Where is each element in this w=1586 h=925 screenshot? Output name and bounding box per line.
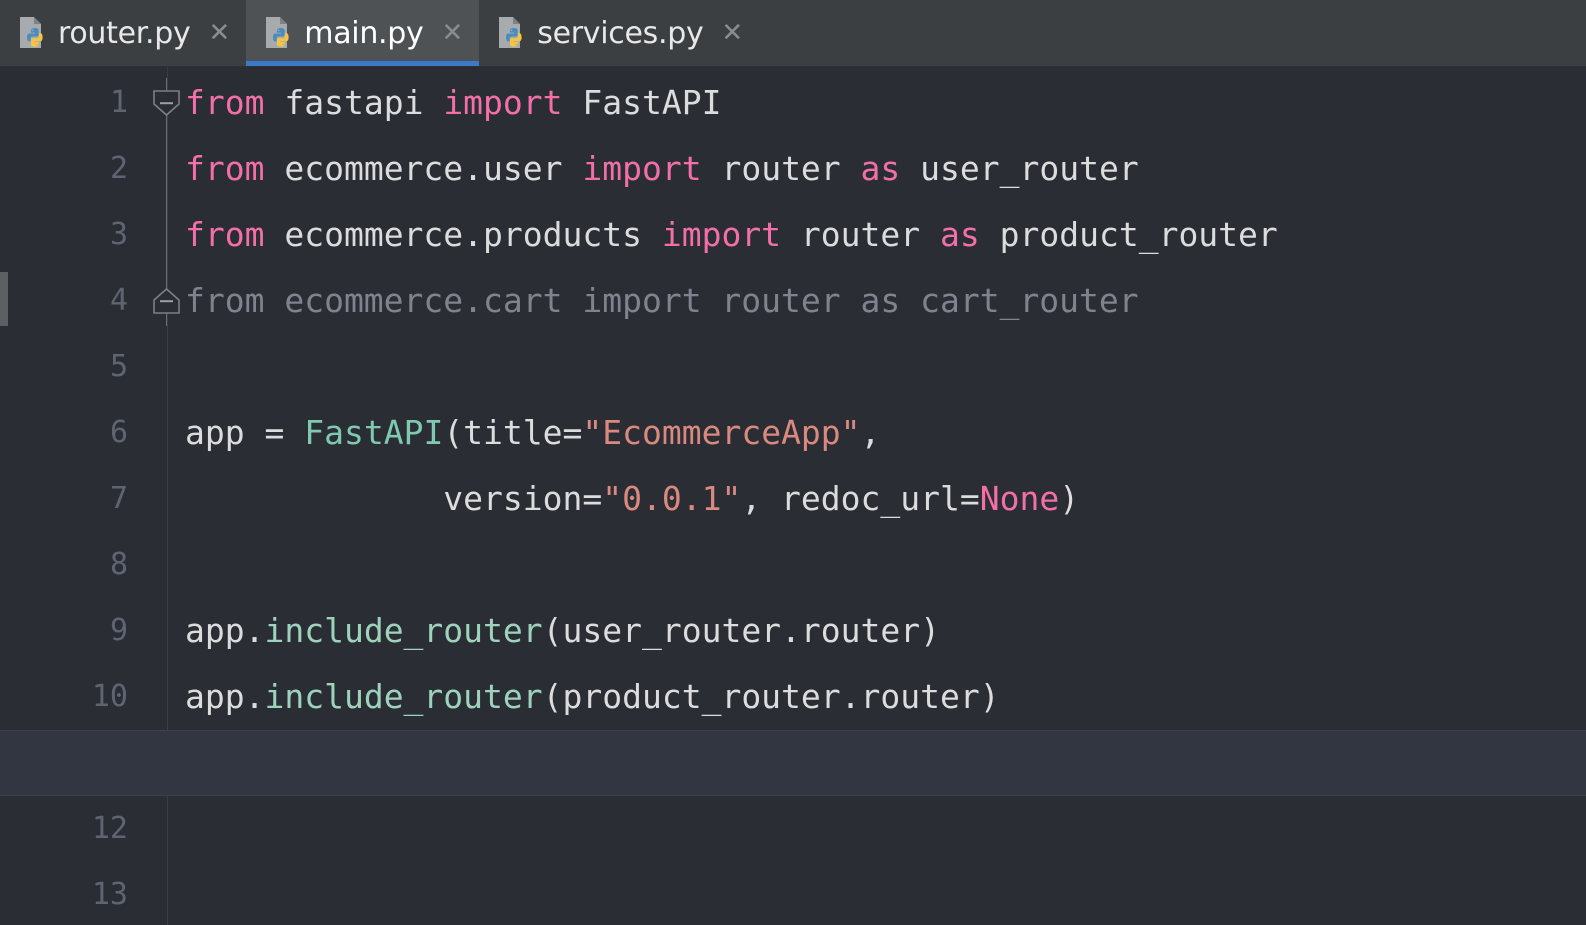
- code-token: router: [701, 149, 861, 188]
- code-line[interactable]: from fastapi import FastAPI: [167, 70, 1586, 136]
- close-icon[interactable]: ✕: [208, 20, 230, 46]
- line-number-gutter[interactable]: 12345678910111213: [0, 67, 167, 925]
- line-number[interactable]: 12: [8, 796, 128, 862]
- code-line[interactable]: [167, 862, 1586, 925]
- code-line[interactable]: app = FastAPI(title="EcommerceApp",: [167, 400, 1586, 466]
- code-line[interactable]: version="0.0.1", redoc_url=None): [167, 466, 1586, 532]
- tab-main-py[interactable]: main.py ✕: [246, 0, 480, 66]
- line-number[interactable]: 1: [8, 70, 128, 136]
- code-line[interactable]: app.include_router(user_router.router): [167, 598, 1586, 664]
- code-token: from: [185, 215, 265, 254]
- current-line-highlight: [167, 730, 1586, 796]
- code-token: from: [185, 83, 265, 122]
- code-token: app.: [185, 677, 265, 716]
- editor-tab-bar: router.py ✕ main.py ✕ services.py ✕: [0, 0, 1586, 67]
- line-number[interactable]: 10: [8, 664, 128, 730]
- python-file-icon: [18, 16, 48, 50]
- line-number[interactable]: 6: [8, 400, 128, 466]
- code-line[interactable]: from ecommerce.user import router as use…: [167, 136, 1586, 202]
- line-number[interactable]: 5: [8, 334, 128, 400]
- code-token: "EcommerceApp": [582, 413, 861, 452]
- tab-services-py[interactable]: services.py ✕: [479, 0, 759, 66]
- current-line-highlight-gutter: [0, 730, 167, 796]
- python-file-icon: [264, 16, 294, 50]
- code-line[interactable]: [167, 796, 1586, 862]
- code-token: "0.0.1": [602, 479, 742, 518]
- code-token: import: [661, 215, 782, 254]
- tab-router-py[interactable]: router.py ✕: [0, 0, 246, 66]
- code-token: None: [979, 479, 1060, 518]
- code-token: version=: [185, 479, 603, 518]
- code-token: as: [860, 149, 901, 188]
- code-line[interactable]: from ecommerce.cart import router as car…: [167, 268, 1586, 334]
- code-line[interactable]: [167, 334, 1586, 400]
- code-token: include_router: [264, 677, 543, 716]
- code-token: import: [443, 83, 563, 122]
- line-number[interactable]: 3: [8, 202, 128, 268]
- code-text-area[interactable]: from fastapi import FastAPI from ecommerc…: [167, 67, 1586, 925]
- code-token: user_router: [900, 149, 1139, 188]
- code-token: ecommerce.user: [264, 149, 583, 188]
- code-token: product_router: [979, 215, 1278, 254]
- code-line[interactable]: from ecommerce.products import router as…: [167, 202, 1586, 268]
- tab-label: services.py: [537, 15, 704, 51]
- tab-label: router.py: [58, 15, 191, 51]
- line-number[interactable]: 13: [8, 862, 128, 925]
- code-token: ecommerce.products: [264, 215, 662, 254]
- code-token: ): [1059, 479, 1080, 518]
- code-token: include_router: [264, 611, 543, 650]
- code-token: FastAPI: [304, 413, 444, 452]
- code-token: ,: [860, 413, 881, 452]
- line-number[interactable]: 2: [8, 136, 128, 202]
- fold-collapse-end-icon[interactable]: [153, 288, 180, 315]
- line-number[interactable]: 8: [8, 532, 128, 598]
- code-token: (user_router.router): [542, 611, 940, 650]
- close-icon[interactable]: ✕: [721, 20, 743, 46]
- code-token: FastAPI: [582, 83, 722, 122]
- fold-collapse-start-icon[interactable]: [153, 90, 180, 117]
- code-line[interactable]: [167, 532, 1586, 598]
- tab-label: main.py: [304, 15, 424, 51]
- code-token: from: [185, 149, 265, 188]
- code-token: app: [185, 413, 265, 452]
- line-number[interactable]: 4: [8, 268, 128, 334]
- code-token: fastapi: [284, 83, 424, 122]
- code-token: app.: [185, 611, 265, 650]
- code-token: (product_router.router): [542, 677, 1000, 716]
- code-token: import: [582, 149, 702, 188]
- code-token: =: [264, 413, 305, 452]
- python-file-icon: [497, 16, 527, 50]
- code-token: from ecommerce.cart import router as car…: [185, 281, 1139, 320]
- code-editor[interactable]: 12345678910111213 from fastapi import Fa…: [0, 67, 1586, 925]
- code-token: (title=: [443, 413, 583, 452]
- line-number[interactable]: 7: [8, 466, 128, 532]
- code-token: as: [940, 215, 980, 254]
- line-number[interactable]: 9: [8, 598, 128, 664]
- close-icon[interactable]: ✕: [441, 20, 463, 46]
- code-token: , redoc_url=: [741, 479, 980, 518]
- code-line[interactable]: app.include_router(product_router.router…: [167, 664, 1586, 730]
- code-token: router: [781, 215, 941, 254]
